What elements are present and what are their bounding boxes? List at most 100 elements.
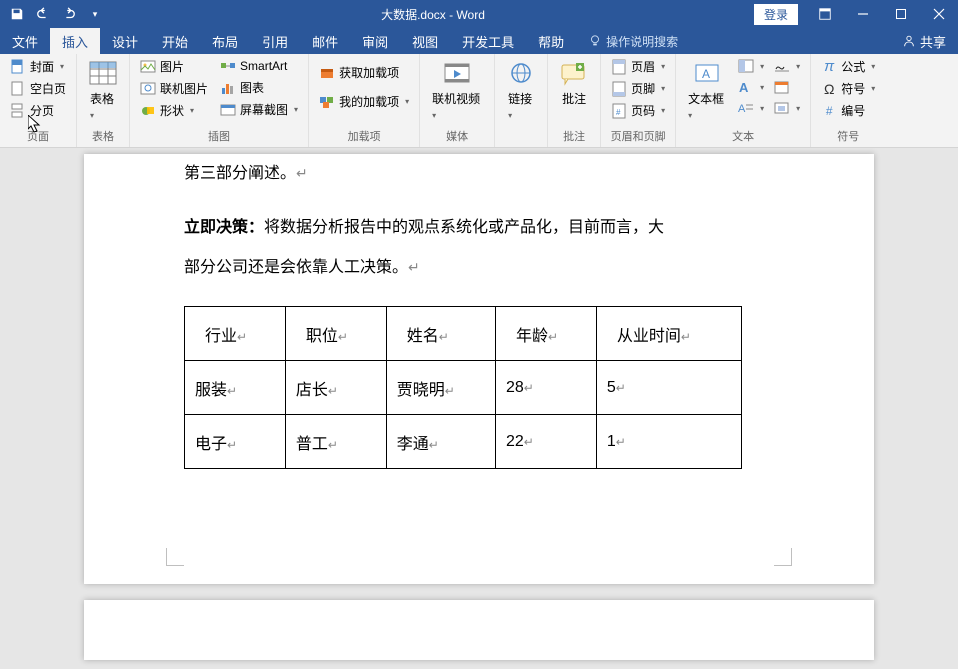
- paragraph-2[interactable]: 立即决策：将数据分析报告中的观点系统化或产品化，目前而言，大: [184, 208, 774, 248]
- cell: 李通: [397, 436, 429, 453]
- group-comments-label: 批注: [554, 126, 594, 147]
- screenshot-button[interactable]: 屏幕截图▾: [216, 99, 302, 120]
- page-break-button[interactable]: 分页: [6, 100, 70, 121]
- link-button[interactable]: 链接▾: [501, 56, 541, 125]
- tab-references[interactable]: 引用: [250, 28, 300, 54]
- smartart-icon: [220, 58, 236, 74]
- equation-button[interactable]: π公式▾: [817, 56, 879, 77]
- qat-customize-button[interactable]: ▾: [84, 3, 106, 25]
- store-icon: [319, 65, 335, 81]
- document-area[interactable]: 第三部分阐述。↵ 立即决策：将数据分析报告中的观点系统化或产品化，目前而言，大 …: [0, 148, 958, 669]
- crop-mark: [774, 548, 792, 566]
- group-links: 链接▾: [495, 54, 548, 147]
- online-pic-label: 联机图片: [160, 80, 208, 97]
- tab-layout[interactable]: 布局: [200, 28, 250, 54]
- svg-text:#: #: [616, 108, 621, 117]
- group-illustrations: 图片 联机图片 形状▾ SmartArt 图表 屏幕截图▾ 插图: [130, 54, 309, 147]
- cover-icon: [10, 59, 26, 75]
- th-3: 年龄: [516, 328, 548, 345]
- share-button[interactable]: 共享: [890, 28, 958, 54]
- get-addins-button[interactable]: 获取加载项: [315, 62, 413, 83]
- undo-button[interactable]: [32, 3, 54, 25]
- tab-design[interactable]: 设计: [100, 28, 150, 54]
- maximize-button[interactable]: [882, 0, 920, 28]
- quick-access-toolbar: ▾: [0, 3, 112, 25]
- tab-home[interactable]: 开始: [150, 28, 200, 54]
- minimize-button[interactable]: [844, 0, 882, 28]
- signature-button[interactable]: ▾: [770, 56, 804, 76]
- footer-button[interactable]: 页脚▾: [607, 78, 669, 99]
- comment-icon: [560, 60, 588, 88]
- header-button[interactable]: 页眉▾: [607, 56, 669, 77]
- cover-page-button[interactable]: 封面▾: [6, 56, 70, 77]
- object-button[interactable]: ▾: [770, 98, 804, 118]
- dropcap-button[interactable]: A▾: [734, 98, 768, 118]
- close-button[interactable]: [920, 0, 958, 28]
- myaddins-icon: [319, 94, 335, 110]
- table-button[interactable]: 表格▾: [83, 56, 123, 125]
- para-mark: ↵: [296, 165, 308, 181]
- number-button[interactable]: #编号: [817, 100, 879, 121]
- cell: 店长: [296, 382, 328, 399]
- redo-button[interactable]: [58, 3, 80, 25]
- table-row[interactable]: 服装↵ 店长↵ 贾晓明↵ 28↵ 5↵: [185, 361, 742, 415]
- paragraph-3[interactable]: 部分公司还是会依靠人工决策。↵: [184, 248, 774, 288]
- tell-me-search[interactable]: 操作说明搜索: [576, 28, 690, 54]
- parts-icon: [738, 58, 754, 74]
- tab-mailings[interactable]: 邮件: [300, 28, 350, 54]
- shapes-button[interactable]: 形状▾: [136, 100, 212, 121]
- tab-insert[interactable]: 插入: [50, 28, 100, 54]
- pictures-button[interactable]: 图片: [136, 56, 212, 77]
- group-text-label: 文本: [682, 126, 804, 147]
- smartart-button[interactable]: SmartArt: [216, 56, 302, 76]
- ribbon: 封面▾ 空白页 分页 页面 表格▾ 表格 图片 联机图片 形状▾ SmartAr…: [0, 54, 958, 148]
- login-button[interactable]: 登录: [754, 4, 798, 25]
- textbox-button[interactable]: A 文本框▾: [682, 56, 732, 125]
- symbol-button[interactable]: Ω符号▾: [817, 78, 879, 99]
- link-icon: [507, 60, 535, 88]
- chart-button[interactable]: 图表: [216, 77, 302, 98]
- comment-button[interactable]: 批注: [554, 56, 594, 111]
- my-addins-button[interactable]: 我的加载项▾: [315, 91, 413, 112]
- paragraph-1[interactable]: 第三部分阐述。↵: [184, 154, 774, 194]
- line1-text: 第三部分阐述。: [184, 165, 296, 182]
- group-comments: 批注 批注: [548, 54, 601, 147]
- symbol-icon: Ω: [821, 81, 837, 97]
- blank-page-button[interactable]: 空白页: [6, 78, 70, 99]
- page-number-button[interactable]: #页码▾: [607, 100, 669, 121]
- save-button[interactable]: [6, 3, 28, 25]
- comment-label: 批注: [562, 90, 586, 107]
- online-video-button[interactable]: 联机视频▾: [426, 56, 488, 125]
- online-pictures-button[interactable]: 联机图片: [136, 78, 212, 99]
- header-label: 页眉: [631, 58, 655, 75]
- tell-me-label: 操作说明搜索: [606, 33, 678, 50]
- tab-developer[interactable]: 开发工具: [450, 28, 526, 54]
- textbox-icon: A: [693, 60, 721, 88]
- document-table[interactable]: 行业↵ 职位↵ 姓名↵ 年龄↵ 从业时间↵ 服装↵ 店长↵ 贾晓明↵ 28↵ 5…: [184, 306, 742, 469]
- table-header-row[interactable]: 行业↵ 职位↵ 姓名↵ 年龄↵ 从业时间↵: [185, 307, 742, 361]
- table-icon: [89, 60, 117, 88]
- object-icon: [774, 100, 790, 116]
- quick-parts-button[interactable]: ▾: [734, 56, 768, 76]
- tab-view[interactable]: 视图: [400, 28, 450, 54]
- equation-label: 公式: [841, 58, 865, 75]
- table-row[interactable]: 电子↵ 普工↵ 李通↵ 22↵ 1↵: [185, 415, 742, 469]
- tab-review[interactable]: 审阅: [350, 28, 400, 54]
- datetime-button[interactable]: [770, 77, 804, 97]
- para-mark: ↵: [408, 259, 420, 275]
- shapes-icon: [140, 103, 156, 119]
- group-tables: 表格▾ 表格: [77, 54, 130, 147]
- group-pages: 封面▾ 空白页 分页 页面: [0, 54, 77, 147]
- break-icon: [10, 103, 26, 119]
- footer-label: 页脚: [631, 80, 655, 97]
- sig-icon: [774, 58, 790, 74]
- tab-file[interactable]: 文件: [0, 28, 50, 54]
- wordart-button[interactable]: A▾: [734, 77, 768, 97]
- video-icon: [443, 60, 471, 88]
- online-pic-icon: [140, 81, 156, 97]
- equation-icon: π: [821, 59, 837, 75]
- tab-help[interactable]: 帮助: [526, 28, 576, 54]
- ribbon-options-button[interactable]: [806, 0, 844, 28]
- cell: 5: [607, 379, 616, 396]
- group-media: 联机视频▾ 媒体: [420, 54, 495, 147]
